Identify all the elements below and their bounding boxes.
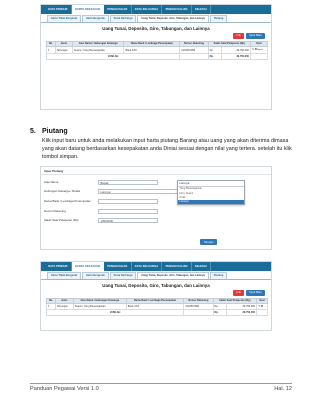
screenshot-top: DATA PRIBADI HARTA KEKAYAAN PENGHASILAN … — [40, 4, 272, 110]
panel-title: Uang Tunai, Deposito, Giro, Tabungan, da… — [102, 26, 210, 31]
cell-atas-nama: Suami / Yang Bersangkutan — [71, 46, 125, 55]
subtab-harta-tidak-bergerak[interactable]: Harta Tidak Bergerak — [47, 15, 82, 22]
nav-tab-penghasilan[interactable]: PENGHASILAN — [104, 5, 132, 14]
total-value: 39.750.000 — [220, 53, 251, 61]
subtab-piutang[interactable]: Piutang — [209, 15, 228, 22]
hubungan-dropdown[interactable]: Lainnya Yang Bersangkutan Istri / Suami … — [177, 180, 245, 206]
subtab-harta-tidak-bergerak[interactable]: Harta Tidak Bergerak — [47, 272, 82, 279]
total-row: JUMLAH Rp. 39.750.000 — [45, 309, 268, 317]
info-button[interactable]: Info — [233, 33, 245, 39]
cell-nomor-rekening: 1234567990 — [179, 46, 209, 55]
footer-guide-name: Panduan Pegawai Versi 1.0 — [30, 386, 99, 392]
nav-tab-harta-kekayaan[interactable]: HARTA KEKAYAAN — [71, 262, 105, 271]
nav-tab-data-keluarga[interactable]: DATA KELUARGA — [132, 262, 163, 271]
section-number: 5. — [30, 128, 36, 135]
info-button[interactable]: Info — [233, 290, 245, 296]
atas-nama-input[interactable]: Bapak — [98, 180, 158, 185]
nav-tab-pengecualian[interactable]: PENGECUALIAN — [162, 5, 192, 14]
cell-saldo: 39.750.000 — [220, 46, 251, 55]
main-nav: DATA PRIBADI HARTA KEKAYAAN PENGHASILAN … — [41, 5, 271, 14]
total-label: JUMLAH — [45, 309, 185, 317]
screenshot-bottom: DATA PRIBADI HARTA KEKAYAAN PENGHASILAN … — [40, 261, 272, 331]
saldo-input[interactable]: 10000000 — [98, 218, 158, 223]
nav-tab-pengecualian[interactable]: PENGECUALIAN — [162, 262, 192, 271]
panel-buttons: Info Input Baru — [41, 33, 271, 39]
page-footer: Panduan Pegawai Versi 1.0 Hal. 12 — [30, 383, 292, 392]
assets-table: No. Jenis Atas Nama / Hubungan Keluarga … — [45, 298, 268, 317]
nav-tab-selesai[interactable]: SELESAI — [192, 262, 211, 271]
nav-tab-selesai[interactable]: SELESAI — [192, 5, 211, 14]
input-piutang-form: Input Piutang Atas Nama Bapak Hubungan K… — [40, 166, 272, 250]
total-currency: Rp. — [207, 53, 222, 61]
assets-table: No. Jenis Atas Nama / Hubungan Keluarga … — [45, 41, 269, 61]
section-title: Piutang — [42, 128, 68, 135]
footer-page-number: Hal. 12 — [274, 386, 292, 392]
label-nomor-rekening: Nomor Rekening — [44, 208, 66, 213]
form-row-nomor-rekening: Nomor Rekening — [41, 207, 271, 216]
nav-tab-harta-kekayaan[interactable]: HARTA KEKAYAAN — [71, 5, 105, 14]
total-label: JUMLAH — [45, 53, 181, 61]
label-saldo: Saldo Saat Pelaporan (Rp) — [44, 217, 79, 222]
main-nav: DATA PRIBADI HARTA KEKAYAAN PENGHASILAN … — [41, 262, 271, 271]
simpan-button[interactable]: Simpan — [200, 239, 218, 245]
total-row: JUMLAH Rp. 39.750.000 — [45, 53, 269, 61]
total-value: 39.750.000 — [226, 309, 258, 317]
table-row: 1 Tabungan Suami / Yang Bersangkutan Ban… — [46, 46, 269, 55]
nomor-rekening-input[interactable] — [98, 209, 158, 214]
section-piutang: 5. Piutang Klik input baru untuk anda mel… — [30, 128, 292, 161]
dropdown-option-highlighted[interactable]: Lainnya — [178, 199, 244, 205]
hubungan-select[interactable]: Lainnya — [98, 189, 180, 194]
delete-label[interactable]: Hapus — [257, 49, 263, 51]
form-row-saldo: Saldo Saat Pelaporan (Rp) 10000000 — [41, 216, 271, 225]
subtab-uang-tunai[interactable]: Uang Tunai, Deposito, Giro, Tabungan, da… — [137, 15, 209, 22]
input-baru-button[interactable]: Input Baru — [246, 290, 265, 296]
sub-tabs: Harta Tidak Bergerak Harta Bergerak Sura… — [41, 15, 271, 23]
subtab-harta-bergerak[interactable]: Harta Bergerak — [82, 272, 109, 279]
label-bank: Nama Bank / Lembaga Penempatan — [44, 198, 91, 203]
total-currency: Rp. — [212, 309, 228, 317]
label-atas-nama: Atas Nama — [44, 179, 59, 184]
form-title: Input Piutang — [41, 167, 271, 175]
cell-opsi: ✎✖Hapus — [249, 46, 269, 55]
cell-bank: Bank XXX — [123, 46, 181, 55]
nav-tab-data-keluarga[interactable]: DATA KELUARGA — [132, 5, 163, 14]
input-baru-button[interactable]: Input Baru — [246, 33, 265, 39]
delete-icon[interactable]: ✖ — [261, 305, 264, 308]
subtab-surat-berharga[interactable]: Surat Berharga — [109, 15, 137, 22]
section-heading: 5. Piutang — [30, 128, 292, 135]
cell-no: 1 — [46, 46, 56, 55]
nav-tab-data-pribadi[interactable]: DATA PRIBADI — [45, 5, 72, 14]
cell-jenis: Tabungan — [54, 46, 73, 55]
sub-tabs: Harta Tidak Bergerak Harta Bergerak Sura… — [41, 272, 271, 280]
section-body: Klik input baru untuk anda melakukan inp… — [42, 138, 292, 160]
subtab-piutang[interactable]: Piutang — [209, 272, 228, 279]
subtab-uang-tunai[interactable]: Uang Tunai, Deposito, Giro, Tabungan, da… — [137, 272, 209, 279]
subtab-harta-bergerak[interactable]: Harta Bergerak — [82, 15, 109, 22]
cell-currency: Rp. — [207, 46, 222, 55]
subtab-surat-berharga[interactable]: Surat Berharga — [109, 272, 137, 279]
panel-buttons: Info Input Baru — [41, 290, 271, 296]
bank-input[interactable] — [98, 199, 158, 204]
nav-tab-data-pribadi[interactable]: DATA PRIBADI — [45, 262, 72, 271]
panel-title: Uang Tunai, Deposito, Giro, Tabungan, da… — [102, 283, 210, 288]
nav-tab-penghasilan[interactable]: PENGHASILAN — [104, 262, 132, 271]
label-hubungan: Hubungan Keluarga / Relasi — [44, 188, 81, 193]
